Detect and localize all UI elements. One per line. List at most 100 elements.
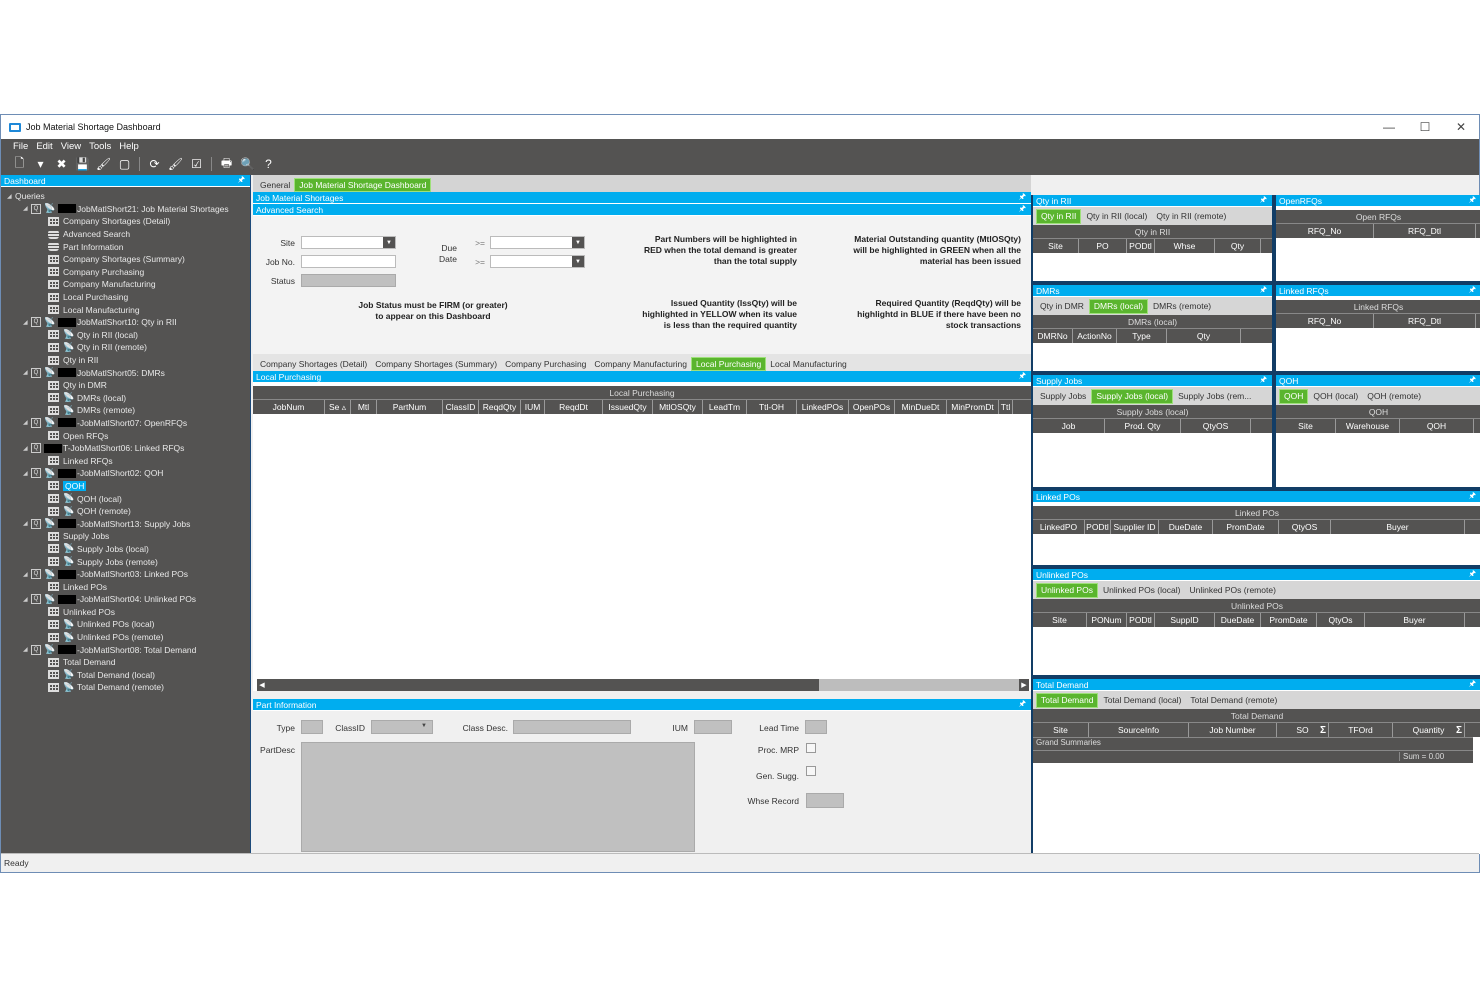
tree-item[interactable]: ◢ Q 📡 JobMatlShort10: Qty in RII	[1, 316, 250, 329]
tree-item[interactable]: Company Manufacturing	[1, 278, 250, 291]
expand-icon[interactable]: ◢	[23, 205, 31, 212]
panel-tab[interactable]: DMRs (local)	[1088, 298, 1149, 314]
column-header[interactable]: RFQ_Dtl	[1374, 224, 1476, 238]
column-header[interactable]: PartNum	[377, 400, 443, 414]
due-date-to[interactable]: ▼	[490, 255, 585, 268]
pin-icon[interactable]: 🖈	[1469, 679, 1476, 692]
help-icon[interactable]: ?	[260, 157, 277, 171]
menu-help[interactable]: Help	[119, 141, 139, 152]
subtab-company-shortages-detail-[interactable]: Company Shortages (Detail)	[256, 357, 371, 371]
expand-icon[interactable]: ◢	[23, 571, 31, 578]
column-header[interactable]: IUM	[521, 400, 545, 414]
tree-item[interactable]: QOH	[1, 480, 250, 493]
panel-tab[interactable]: Qty in RII (remote)	[1152, 209, 1230, 224]
chevron-down-icon[interactable]: ▼	[572, 237, 584, 248]
tree-item[interactable]: ◢ Q 📡 -JobMatlShort02: QOH	[1, 467, 250, 480]
column-header[interactable]: Whse	[1155, 239, 1215, 253]
tab-general[interactable]: General	[256, 178, 294, 192]
pin-icon[interactable]: 🖈	[1469, 375, 1476, 388]
pin-icon[interactable]: 🖈	[1260, 195, 1267, 208]
panel-tab[interactable]: Qty in RII (local)	[1082, 209, 1151, 224]
subtab-local-purchasing[interactable]: Local Purchasing	[691, 357, 767, 371]
tree-item[interactable]: 📡 QOH (local)	[1, 492, 250, 505]
jobno-field[interactable]	[301, 255, 396, 268]
tree-item[interactable]: 📡 Unlinked POs (local)	[1, 618, 250, 631]
column-header[interactable]: QtyOS	[1181, 419, 1251, 433]
scroll-right-icon[interactable]: ▶	[1019, 679, 1029, 691]
tree-item[interactable]: 📡 Total Demand (remote)	[1, 681, 250, 694]
classid-select[interactable]: ▼	[371, 720, 433, 734]
panel-tab[interactable]: Total Demand (remote)	[1186, 693, 1281, 708]
menu-tools[interactable]: Tools	[89, 141, 111, 152]
column-header[interactable]: LinkedPO	[1033, 520, 1085, 534]
column-header[interactable]: DueDate	[1215, 613, 1261, 627]
minimize-button[interactable]: —	[1371, 115, 1407, 139]
clear-all-icon[interactable]: 🖌	[167, 157, 184, 171]
chevron-down-icon[interactable]: ▼	[383, 237, 395, 248]
column-header[interactable]: PromDate	[1213, 520, 1279, 534]
column-header[interactable]: Site	[1033, 613, 1087, 627]
dropdown-icon[interactable]: ▾	[32, 157, 49, 171]
column-header[interactable]: IssuedQty	[603, 400, 653, 414]
column-header[interactable]: ActionNo	[1073, 329, 1117, 343]
tree-item[interactable]: 📡 Total Demand (local)	[1, 669, 250, 682]
column-header[interactable]: MinPromDt	[947, 400, 999, 414]
close-button[interactable]: ✕	[1443, 115, 1479, 139]
tree-item[interactable]: Unlinked POs	[1, 606, 250, 619]
column-header[interactable]: Buyer	[1331, 520, 1465, 534]
tree-root[interactable]: ◢ Queries	[1, 190, 250, 203]
chevron-down-icon[interactable]: ▼	[421, 723, 427, 729]
tree-item[interactable]: Linked POs	[1, 580, 250, 593]
column-header[interactable]: SourceInfo	[1089, 723, 1189, 737]
tree-item[interactable]: ◢ Q 📡 JobMatlShort21: Job Material Shortage…	[1, 203, 250, 216]
column-header[interactable]: ClassID	[443, 400, 479, 414]
tree-item[interactable]: 📡 DMRs (local)	[1, 392, 250, 405]
column-header[interactable]: PODtl	[1085, 520, 1111, 534]
expand-icon[interactable]: ◢	[23, 445, 31, 452]
tree-item[interactable]: Company Shortages (Detail)	[1, 215, 250, 228]
expand-icon[interactable]: ◢	[7, 193, 15, 200]
column-header[interactable]: MtlOSQty	[653, 400, 703, 414]
pin-icon[interactable]: 🖈	[1469, 195, 1476, 208]
save-icon[interactable]: 💾	[74, 157, 91, 171]
subtab-company-purchasing[interactable]: Company Purchasing	[501, 357, 590, 371]
pin-icon[interactable]: 🖈	[1019, 698, 1026, 712]
column-header[interactable]: Supplier ID	[1111, 520, 1159, 534]
column-header[interactable]: Quantity Σ	[1393, 723, 1465, 737]
column-header[interactable]: LeadTm	[703, 400, 747, 414]
clear-icon[interactable]: 🖌	[95, 157, 112, 171]
tree-item[interactable]: Qty in DMR	[1, 379, 250, 392]
tree-item[interactable]: Part Information	[1, 240, 250, 253]
column-header[interactable]: Type	[1117, 329, 1167, 343]
column-header[interactable]: MinDueDt	[895, 400, 947, 414]
tree-item[interactable]: ◢ Q 📡 -JobMatlShort03: Linked POs	[1, 568, 250, 581]
pin-icon[interactable]: 🖈	[1469, 491, 1476, 504]
column-header[interactable]: PODtl	[1127, 239, 1155, 253]
new-icon[interactable]: 🗋	[11, 154, 28, 175]
tree-item[interactable]: Local Purchasing	[1, 291, 250, 304]
site-select[interactable]: ▼	[301, 236, 396, 249]
column-header[interactable]: DueDate	[1159, 520, 1213, 534]
sigma-icon[interactable]: Σ	[1456, 725, 1462, 736]
tree-item[interactable]: Advanced Search	[1, 228, 250, 241]
panel-tab[interactable]: Qty in RII	[1036, 208, 1082, 224]
column-header[interactable]: Site	[1033, 723, 1089, 737]
panel-tab[interactable]: Total Demand (local)	[1099, 693, 1185, 708]
tree-item[interactable]: 📡 DMRs (remote)	[1, 404, 250, 417]
tree-item[interactable]: Company Purchasing	[1, 266, 250, 279]
tree-item[interactable]: 📡 Unlinked POs (remote)	[1, 631, 250, 644]
pin-icon[interactable]: 🖈	[1260, 375, 1267, 388]
due-date-from[interactable]: ▼	[490, 236, 585, 249]
column-header[interactable]: PONum	[1087, 613, 1127, 627]
preview-icon[interactable]: 🔍	[239, 157, 256, 171]
panel-tab[interactable]: Unlinked POs	[1036, 582, 1098, 598]
pin-icon[interactable]: 🖈	[1469, 569, 1476, 582]
maximize-button[interactable]: ☐	[1407, 115, 1443, 139]
panel-tab[interactable]: Total Demand	[1036, 692, 1099, 708]
panel-tab[interactable]: Supply Jobs	[1036, 389, 1090, 404]
tree-item[interactable]: ◢ Q 📡 -JobMatlShort13: Supply Jobs	[1, 517, 250, 530]
column-header[interactable]: PODtl	[1127, 613, 1155, 627]
column-header[interactable]: OpenPOs	[849, 400, 895, 414]
subtab-company-manufacturing[interactable]: Company Manufacturing	[590, 357, 691, 371]
panel-tab[interactable]: QOH (local)	[1309, 389, 1362, 404]
